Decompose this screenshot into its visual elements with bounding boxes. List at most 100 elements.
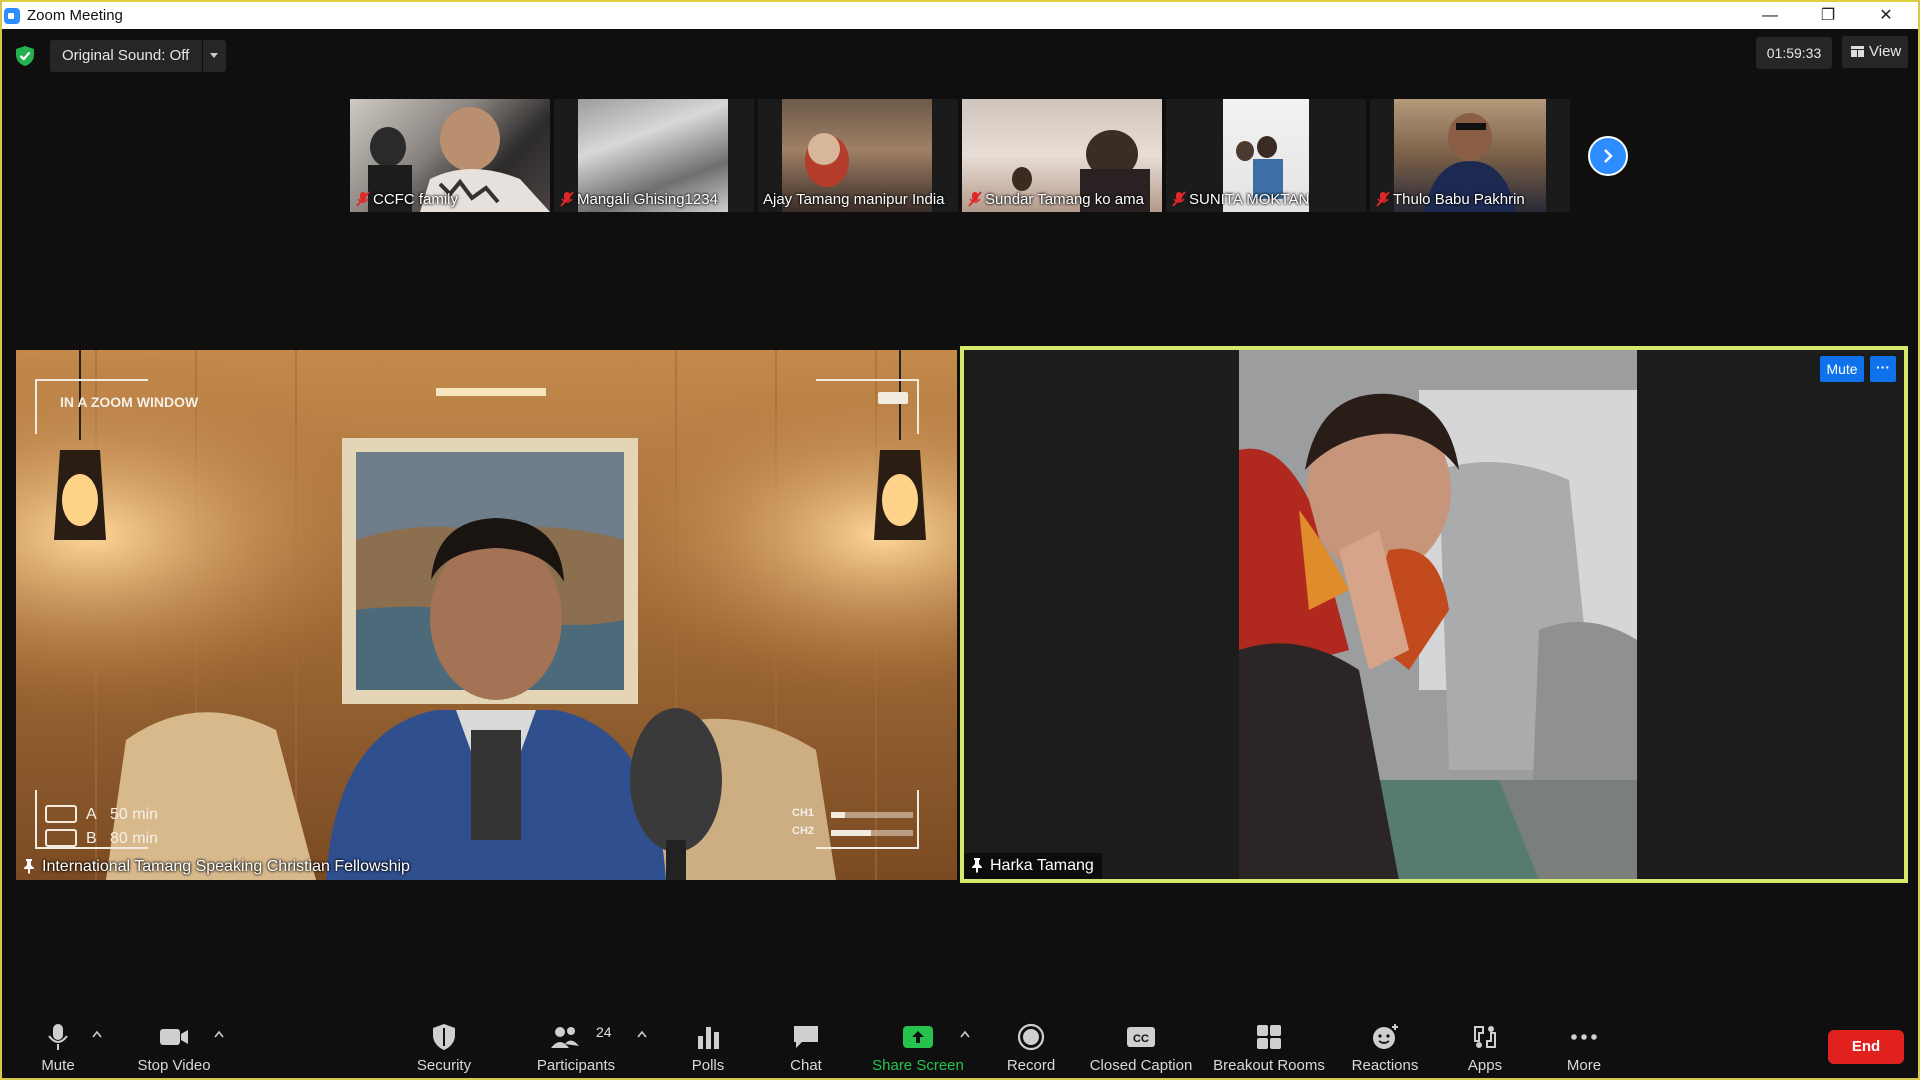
record-icon	[1017, 1023, 1045, 1051]
participant-thumbnail[interactable]: Ajay Tamang manipur India	[758, 99, 958, 212]
participant-name: Mangali Ghising1234	[577, 191, 718, 208]
title-bar: Zoom Meeting — ❐ ✕	[0, 0, 1920, 29]
chevron-down-icon[interactable]	[210, 53, 218, 58]
end-meeting-button[interactable]: End	[1828, 1030, 1904, 1064]
chevron-up-icon[interactable]	[92, 1030, 102, 1038]
polls-label: Polls	[691, 1057, 725, 1074]
cc-badge: CC	[1133, 1033, 1149, 1045]
chat-label: Chat	[790, 1057, 822, 1074]
breakout-rooms-button[interactable]: Breakout Rooms	[1210, 1006, 1328, 1080]
shield-icon	[433, 1024, 455, 1050]
participant-thumbnail[interactable]: Sundar Tamang ko ama	[962, 99, 1162, 212]
original-sound-label: Original Sound: Off	[62, 47, 190, 64]
muted-mic-icon	[560, 191, 574, 207]
share-screen-button[interactable]: Share Screen	[866, 1006, 970, 1080]
overlay-ch2: CH2	[792, 825, 815, 837]
participant-thumbnail[interactable]: CCFC family	[350, 99, 550, 212]
muted-mic-icon	[356, 191, 370, 207]
thumbnail-namebar: Thulo Babu Pakhrin	[1370, 188, 1570, 212]
overlay-b-value: 80 min	[110, 830, 159, 847]
thumbnail-namebar: Ajay Tamang manipur India	[758, 188, 958, 212]
chevron-up-icon[interactable]	[960, 1030, 970, 1038]
muted-mic-icon	[1376, 191, 1390, 207]
meeting-timer: 01:59:33	[1756, 37, 1832, 69]
tile-namebar: International Tamang Speaking Christian …	[16, 854, 418, 880]
thumbnail-namebar: Mangali Ghising1234	[554, 188, 754, 212]
share-screen-icon	[903, 1026, 933, 1048]
window-title: Zoom Meeting	[27, 7, 123, 24]
participant-name: International Tamang Speaking Christian …	[42, 858, 410, 875]
participant-name: Thulo Babu Pakhrin	[1393, 191, 1525, 208]
reactions-button[interactable]: Reactions	[1346, 1006, 1424, 1080]
security-button[interactable]: Security	[404, 1006, 484, 1080]
chat-button[interactable]: Chat	[774, 1006, 838, 1080]
encryption-shield-icon[interactable]	[14, 45, 36, 67]
thumbnail-namebar: SUNITA MOKTAN	[1166, 188, 1366, 212]
polls-button[interactable]: Polls	[676, 1006, 740, 1080]
pin-icon	[972, 858, 982, 873]
share-screen-label: Share Screen	[872, 1057, 964, 1074]
zoom-app-icon	[4, 8, 20, 24]
reactions-icon	[1373, 1024, 1398, 1049]
participants-icon	[550, 1027, 579, 1048]
grid-view-icon	[1851, 46, 1864, 57]
overlay-ch1: CH1	[792, 807, 815, 819]
meeting-toolbar: Mute Stop Video Security 24 Participants…	[0, 1006, 1920, 1080]
breakout-rooms-label: Breakout Rooms	[1213, 1057, 1325, 1074]
apps-icon	[1474, 1026, 1496, 1048]
more-label: More	[1566, 1057, 1602, 1074]
polls-icon	[698, 1027, 719, 1049]
more-button[interactable]: More	[1552, 1006, 1616, 1080]
overlay-a-value: 50 min	[110, 806, 159, 823]
apps-label: Apps	[1467, 1057, 1503, 1074]
chevron-right-icon	[1604, 149, 1613, 163]
tile-namebar: Harka Tamang	[964, 853, 1102, 879]
muted-mic-icon	[1172, 191, 1186, 207]
main-video-tile[interactable]: IN A ZOOM WINDOW A 50 min B 80 min CH1 C…	[16, 350, 957, 880]
overlay-a-label: A	[86, 806, 97, 823]
participant-count: 24	[596, 1024, 612, 1040]
participants-label: Participants	[536, 1057, 616, 1074]
tile-more-button[interactable]: ···	[1870, 356, 1896, 382]
view-button[interactable]: View	[1842, 36, 1908, 68]
pin-icon	[24, 859, 34, 874]
closed-caption-button[interactable]: CC Closed Caption	[1088, 1006, 1194, 1080]
participants-button[interactable]: 24 Participants	[530, 1006, 622, 1080]
stop-video-button[interactable]: Stop Video	[126, 1006, 222, 1080]
participant-name: Harka Tamang	[990, 857, 1094, 874]
more-dots-icon	[1571, 1034, 1597, 1040]
mute-label: Mute	[41, 1057, 75, 1074]
next-page-button[interactable]	[1588, 136, 1628, 176]
active-speaker-tile[interactable]: Mute ··· Harka Tamang	[960, 346, 1908, 883]
breakout-rooms-icon	[1257, 1025, 1281, 1049]
video-camera-icon	[160, 1029, 188, 1045]
chat-icon	[794, 1026, 818, 1048]
security-label: Security	[416, 1057, 472, 1074]
participant-thumbnail[interactable]: SUNITA MOKTAN	[1166, 99, 1366, 212]
minimize-button[interactable]: —	[1742, 2, 1798, 29]
closed-caption-icon: CC	[1127, 1027, 1155, 1047]
restore-button[interactable]: ❐	[1800, 2, 1856, 29]
apps-button[interactable]: Apps	[1456, 1006, 1514, 1080]
close-button[interactable]: ✕	[1858, 2, 1914, 29]
record-label: Record	[1006, 1057, 1056, 1074]
chevron-up-icon[interactable]	[214, 1030, 224, 1038]
stop-video-label: Stop Video	[137, 1057, 211, 1074]
thumbnail-namebar: Sundar Tamang ko ama	[962, 188, 1162, 212]
participant-name: SUNITA MOKTAN	[1189, 191, 1310, 208]
record-button[interactable]: Record	[996, 1006, 1066, 1080]
closed-caption-label: Closed Caption	[1089, 1057, 1193, 1074]
tile-mute-button[interactable]: Mute	[1820, 356, 1864, 382]
overlay-b-label: B	[86, 830, 97, 847]
participant-thumbnail[interactable]: Thulo Babu Pakhrin	[1370, 99, 1570, 212]
original-sound-toggle[interactable]: Original Sound: Off	[50, 40, 226, 72]
participant-name: Ajay Tamang manipur India	[763, 191, 945, 208]
overlay-title: IN A ZOOM WINDOW	[60, 394, 199, 410]
view-label: View	[1869, 43, 1902, 60]
mute-button[interactable]: Mute	[22, 1006, 94, 1080]
muted-mic-icon	[968, 191, 982, 207]
chevron-up-icon[interactable]	[637, 1030, 647, 1038]
participant-thumbnail[interactable]: Mangali Ghising1234	[554, 99, 754, 212]
speaker-video	[1239, 350, 1637, 879]
microphone-icon	[48, 1024, 68, 1050]
